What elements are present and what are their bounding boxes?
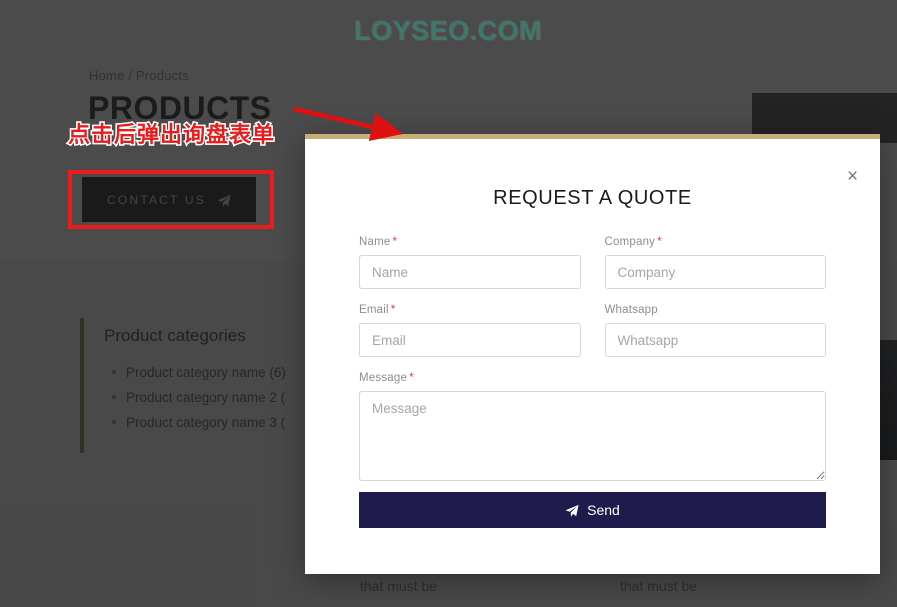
send-button[interactable]: Send [359,492,826,528]
page-root: Home / Products PRODUCTS CONTACT US Prod… [0,0,897,607]
form-row: Name* Company* [359,236,826,289]
required-asterisk: * [392,236,398,248]
label-text: Message [359,372,408,384]
email-input[interactable] [359,323,581,357]
field-label-name: Name * [359,236,581,248]
close-icon[interactable]: × [841,165,863,187]
label-text: Company [604,236,656,248]
name-input[interactable] [359,255,581,289]
field-label-message: Message * [359,372,826,384]
field-email: Email * [359,304,581,357]
field-message: Message * [359,372,826,481]
company-input[interactable] [604,255,826,289]
field-name: Name * [359,236,581,289]
modal-title: REQUEST A QUOTE [493,187,692,209]
request-quote-modal: × REQUEST A QUOTE Name* Company* [305,134,880,574]
label-text: Email [359,304,389,316]
form-row: Email* Whatsapp [359,304,826,357]
label-text: Name [359,236,391,248]
send-label: Send [587,502,620,518]
field-label-whatsapp: Whatsapp [605,304,827,316]
required-asterisk: * [390,304,396,316]
label-text: Whatsapp [604,304,658,316]
message-textarea[interactable] [359,391,826,481]
required-asterisk: * [409,372,414,384]
field-label-company: Company * [605,236,827,248]
whatsapp-input[interactable] [604,323,826,357]
field-label-email: Email * [359,304,581,316]
required-asterisk: * [657,236,662,248]
quote-form: Name* Company* Email* [305,210,880,528]
field-whatsapp: Whatsapp [604,304,827,357]
paper-plane-icon [565,504,579,518]
field-company: Company * [604,236,827,289]
